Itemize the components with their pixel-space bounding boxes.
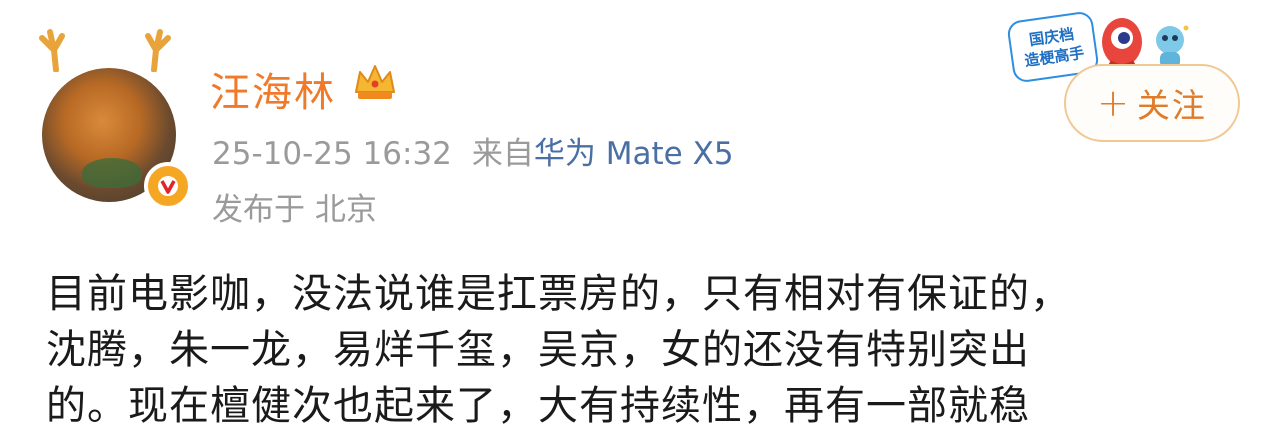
follow-button-label: 关注 [1136,86,1207,125]
post-body-line: 的。现在檀健次也起来了，大有持续性，再有一部就稳 [46,383,1030,429]
mascot-blue-icon [1156,25,1189,68]
post-source-prefix: 来自 [471,136,534,172]
antler-left-icon [39,29,65,72]
antler-right-icon [145,29,171,72]
post-source-device-link[interactable]: 华为 Mate X5 [534,136,734,172]
avatar-container[interactable] [36,24,192,210]
post-timestamp[interactable]: 25-10-25 16:32 [212,136,452,172]
avatar-photo-detail [82,158,142,188]
user-name[interactable]: 汪海林 [210,60,336,118]
follow-button[interactable]: + 关注 [1064,64,1240,142]
post-meta: 25-10-25 16:32 来自华为 Mate X5 [212,128,734,173]
plus-icon: + [1097,81,1131,125]
verified-v-icon [144,162,192,210]
post-body-line: 沈腾，朱一龙，易烊千玺，吴京，女的还没有特别突出 [46,327,1030,373]
crown-icon [355,65,395,99]
mascot-red-icon [1102,18,1142,68]
post-body-line: 目前电影咖，没法说谁是扛票房的，只有相对有保证的， [46,271,1071,317]
post-body: 目前电影咖，没法说谁是扛票房的，只有相对有保证的， 沈腾，朱一龙，易烊千玺，吴京… [46,266,1256,434]
post-location: 发布于 北京 [212,192,377,228]
